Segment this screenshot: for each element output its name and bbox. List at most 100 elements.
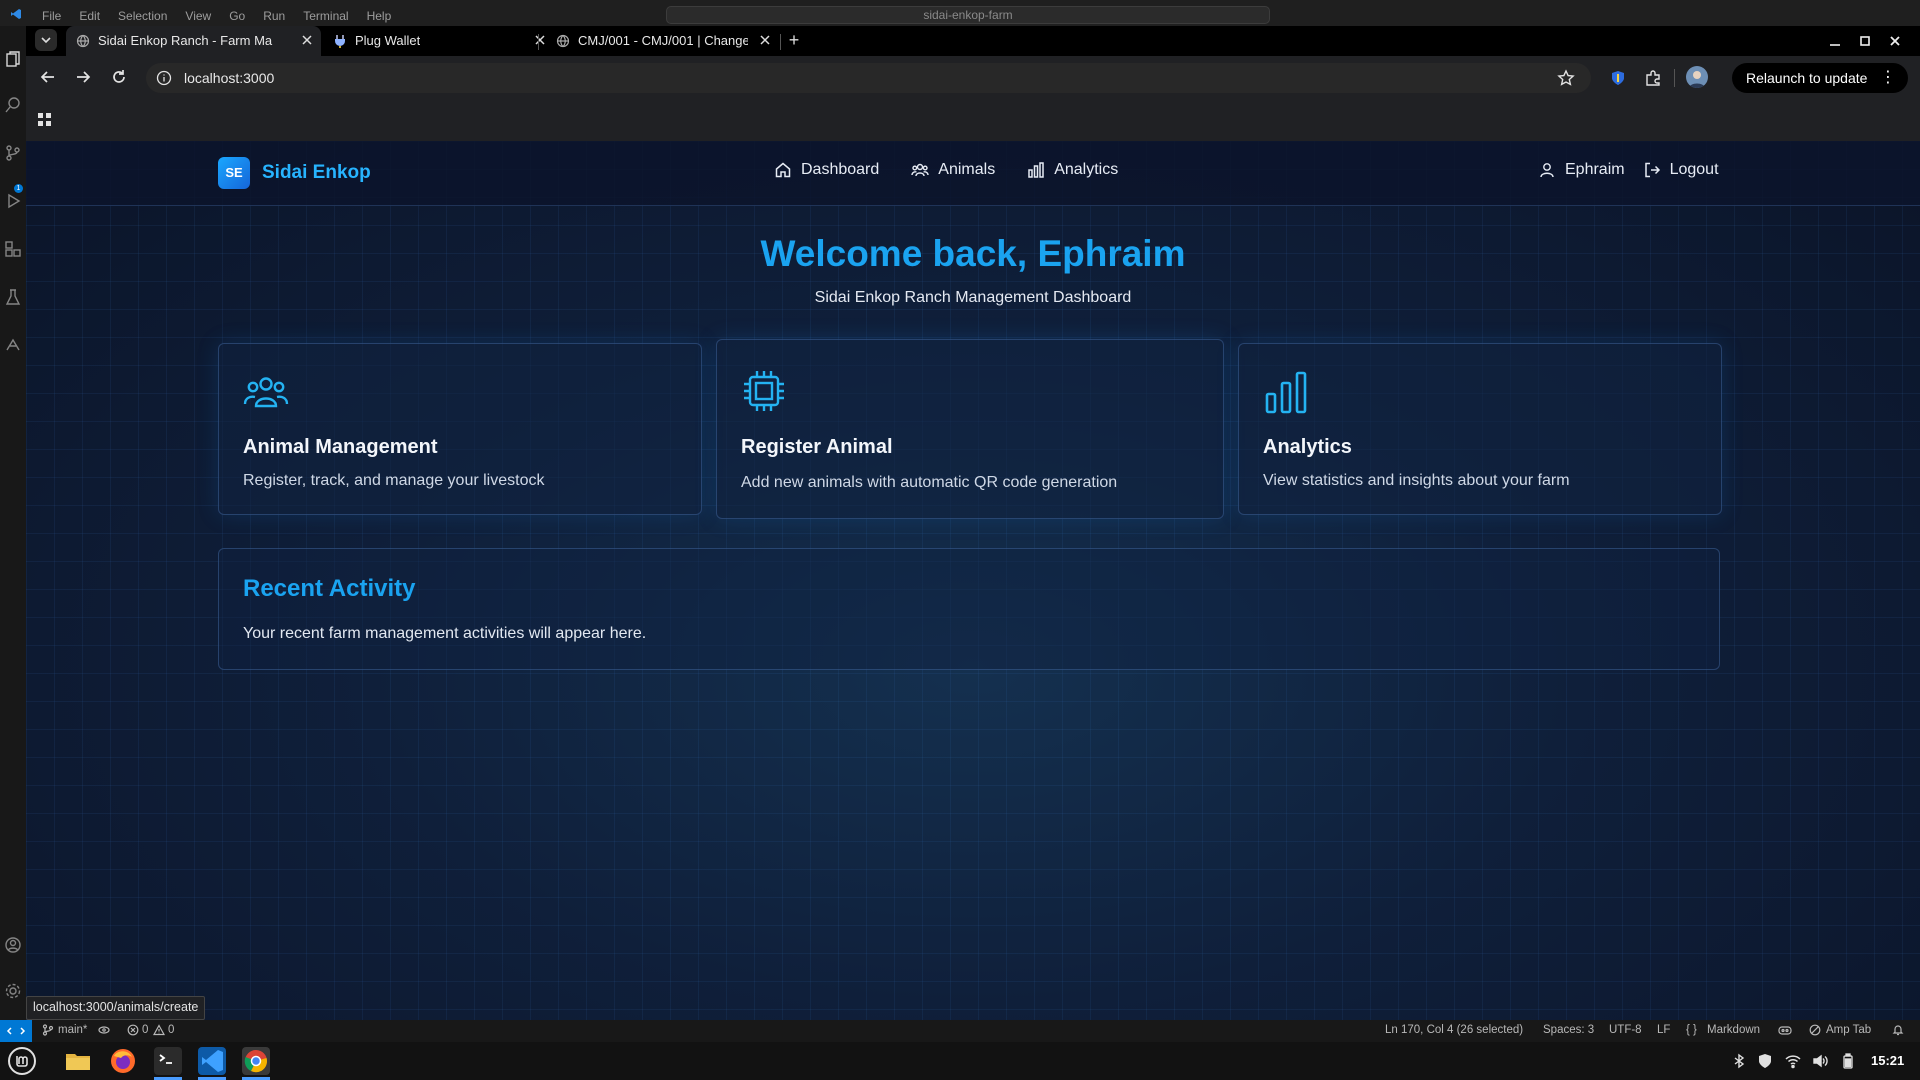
- maximize-icon[interactable]: [1856, 32, 1874, 50]
- notifications-bell-icon[interactable]: [1892, 1024, 1904, 1036]
- terminal-icon[interactable]: [154, 1047, 182, 1075]
- extensions-puzzle-icon[interactable]: [1644, 69, 1662, 87]
- search-icon[interactable]: [4, 96, 22, 114]
- menu-edit[interactable]: Edit: [79, 9, 100, 23]
- url-text: localhost:3000: [184, 70, 275, 86]
- manage-gear-icon[interactable]: [4, 982, 22, 1000]
- encoding[interactable]: UTF-8: [1609, 1024, 1642, 1036]
- tab-search-button[interactable]: [35, 29, 57, 51]
- card-animal-management[interactable]: Animal Management Register, track, and m…: [218, 343, 702, 515]
- sync-icon[interactable]: [98, 1024, 110, 1036]
- menu-terminal[interactable]: Terminal: [303, 9, 348, 23]
- users-icon: [911, 161, 929, 179]
- language-mode[interactable]: Markdown: [1707, 1024, 1760, 1036]
- run-debug-icon[interactable]: [4, 192, 22, 210]
- accounts-icon[interactable]: [4, 936, 22, 954]
- vscode-titlebar: File Edit Selection View Go Run Terminal…: [0, 0, 1920, 26]
- error-count[interactable]: 0: [142, 1024, 148, 1036]
- copilot-icon[interactable]: [1778, 1024, 1792, 1036]
- vscode-icon[interactable]: [198, 1047, 226, 1075]
- wifi-icon[interactable]: [1785, 1053, 1801, 1069]
- mint-menu-icon[interactable]: [8, 1047, 36, 1075]
- files-icon[interactable]: [64, 1047, 92, 1075]
- cursor-position[interactable]: Ln 170, Col 4 (26 selected): [1385, 1024, 1523, 1036]
- bookmark-star-icon[interactable]: [1557, 69, 1575, 87]
- bar-chart-icon: [1263, 370, 1309, 416]
- more-menu-icon[interactable]: ⋮: [1880, 63, 1896, 93]
- logout-button[interactable]: Logout: [1643, 161, 1719, 179]
- vscode-status-bar: main* 0 0 Ln 170, Col 4 (26 selected) Sp…: [0, 1020, 1920, 1042]
- vscode-logo-icon: [10, 8, 22, 20]
- menu-go[interactable]: Go: [229, 9, 245, 23]
- vscode-command-search[interactable]: sidai-enkop-farm: [666, 6, 1270, 24]
- nav-analytics[interactable]: Analytics: [1027, 161, 1118, 179]
- brand-logo: SE: [218, 157, 250, 189]
- profile-avatar[interactable]: [1686, 66, 1708, 88]
- vscode-menu-bar: File Edit Selection View Go Run Terminal…: [42, 9, 391, 23]
- tab-sidai-enkop[interactable]: Sidai Enkop Ranch - Farm Ma: [66, 26, 321, 56]
- warning-icon: [153, 1024, 165, 1036]
- site-info-icon[interactable]: [156, 70, 172, 86]
- extension-shield-icon[interactable]: [1609, 69, 1627, 87]
- warning-count[interactable]: 0: [168, 1024, 174, 1036]
- close-tab-icon[interactable]: [300, 33, 314, 47]
- nav-animals[interactable]: Animals: [911, 161, 995, 179]
- tab-title: Sidai Enkop Ranch - Farm Ma: [98, 33, 273, 48]
- system-clock[interactable]: 15:21: [1871, 1053, 1904, 1068]
- volume-icon[interactable]: [1812, 1053, 1828, 1069]
- relaunch-to-update-button[interactable]: Relaunch to update ⋮: [1732, 63, 1908, 93]
- explorer-icon[interactable]: [4, 50, 22, 68]
- page-title: Welcome back, Ephraim: [760, 233, 1186, 274]
- back-icon[interactable]: [39, 68, 57, 86]
- recent-activity-title: Recent Activity: [243, 575, 416, 602]
- bar-chart-icon: [1027, 161, 1045, 179]
- extensions-icon[interactable]: [4, 240, 22, 258]
- close-window-icon[interactable]: [1886, 32, 1904, 50]
- tab-strip: Sidai Enkop Ranch - Farm Ma Plug Wallet …: [26, 26, 1920, 56]
- tab-plug-wallet[interactable]: Plug Wallet: [323, 26, 558, 56]
- language-braces-icon: { }: [1686, 1024, 1697, 1036]
- card-analytics[interactable]: Analytics View statistics and insights a…: [1238, 343, 1722, 515]
- git-branch[interactable]: main*: [58, 1024, 87, 1036]
- card-description: View statistics and insights about your …: [1263, 472, 1570, 489]
- menu-run[interactable]: Run: [263, 9, 285, 23]
- apps-grid-icon[interactable]: [38, 113, 52, 127]
- card-register-animal[interactable]: Register Animal Add new animals with aut…: [716, 339, 1224, 519]
- globe-icon: [76, 34, 90, 48]
- remote-explorer-icon[interactable]: [4, 336, 22, 354]
- user-profile-link[interactable]: Ephraim: [1538, 161, 1625, 179]
- indentation[interactable]: Spaces: 3: [1543, 1024, 1594, 1036]
- minimize-icon[interactable]: [1826, 32, 1844, 50]
- battery-icon[interactable]: [1840, 1053, 1856, 1069]
- web-page: SE Sidai Enkop Dashboard Animals Analyti…: [26, 141, 1920, 1020]
- amp-tab[interactable]: Amp Tab: [1826, 1024, 1871, 1036]
- testing-icon[interactable]: [4, 288, 22, 306]
- reload-icon[interactable]: [110, 68, 128, 86]
- menu-view[interactable]: View: [185, 9, 211, 23]
- close-tab-icon[interactable]: [758, 33, 772, 47]
- tab-cmj-001[interactable]: CMJ/001 - CMJ/001 | Change: [546, 26, 786, 56]
- menu-help[interactable]: Help: [367, 9, 392, 23]
- recent-activity-empty-text: Your recent farm management activities w…: [243, 625, 647, 642]
- source-control-icon[interactable]: [4, 144, 22, 162]
- card-title: Register Animal: [741, 436, 893, 458]
- recent-activity-panel: Recent Activity Your recent farm managem…: [218, 548, 1720, 670]
- logout-label: Logout: [1669, 161, 1719, 178]
- menu-selection[interactable]: Selection: [118, 9, 167, 23]
- address-bar[interactable]: localhost:3000: [146, 63, 1591, 93]
- close-tab-icon[interactable]: [533, 33, 547, 47]
- vpn-shield-icon[interactable]: [1757, 1053, 1773, 1069]
- new-tab-icon[interactable]: +: [784, 31, 804, 51]
- forward-icon[interactable]: [74, 68, 92, 86]
- end-of-line[interactable]: LF: [1657, 1024, 1670, 1036]
- nav-dashboard[interactable]: Dashboard: [774, 161, 879, 179]
- menu-file[interactable]: File: [42, 9, 61, 23]
- brand[interactable]: SE Sidai Enkop: [218, 157, 371, 189]
- link-hover-status: localhost:3000/animals/create: [26, 996, 206, 1020]
- chrome-icon[interactable]: [242, 1047, 270, 1075]
- bluetooth-icon[interactable]: [1731, 1053, 1747, 1069]
- firefox-icon[interactable]: [109, 1047, 137, 1075]
- nav-label: Analytics: [1054, 161, 1119, 178]
- user-menu: Ephraim Logout: [1538, 161, 1719, 179]
- remote-indicator[interactable]: [0, 1020, 32, 1042]
